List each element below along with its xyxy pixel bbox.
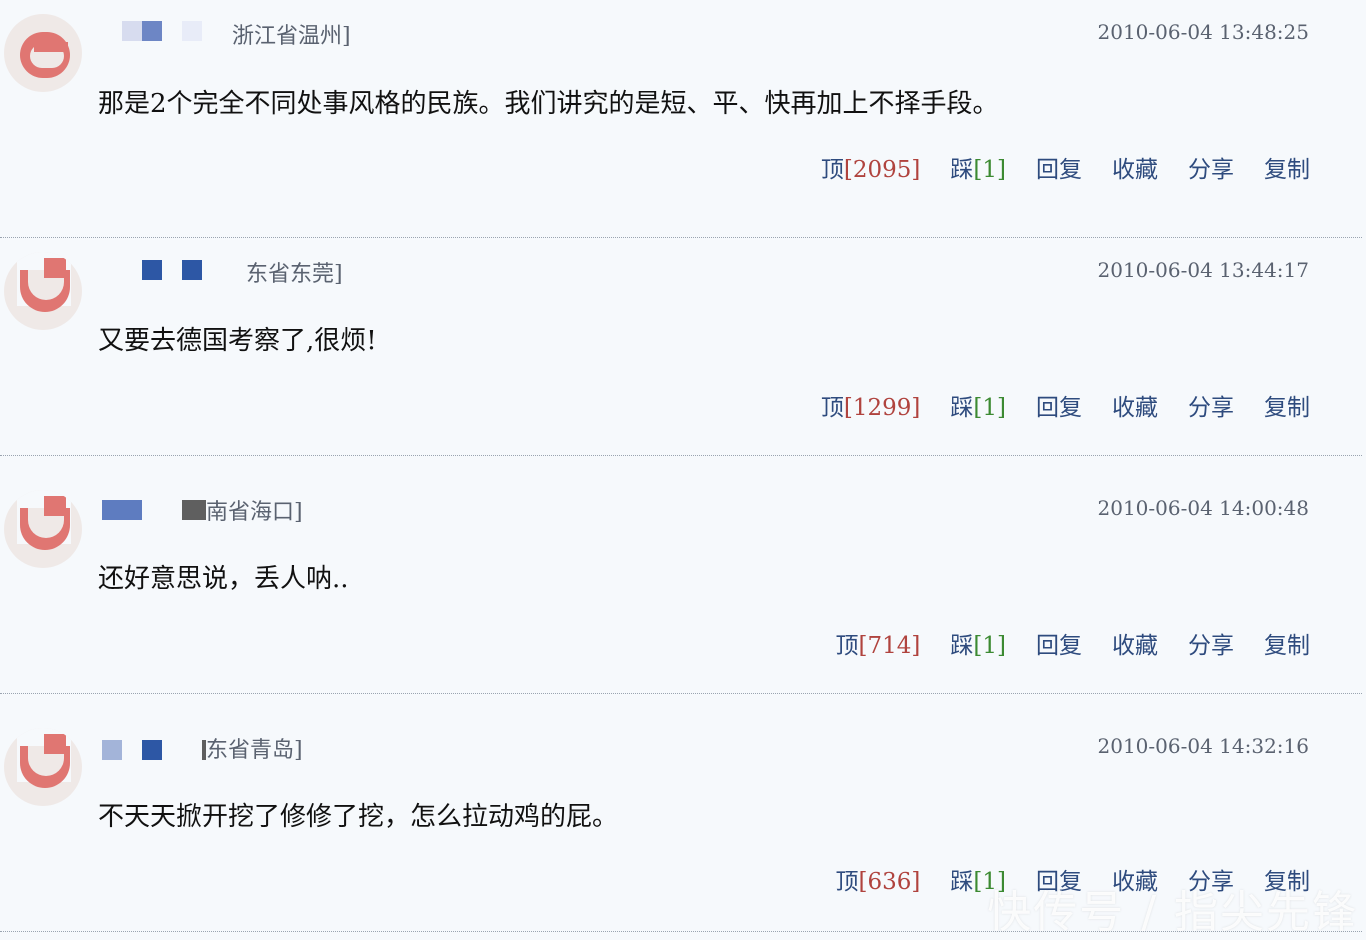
collect-button[interactable]: 收藏 [1112,388,1158,422]
username-obscured [142,21,162,41]
user-location: 东省东莞] [246,262,343,287]
upvote-button[interactable]: 顶[714] [836,626,921,660]
comment-item: 浙江省温州] 2010-06-04 13:48:25 那是2个完全不同处事风格的… [0,0,1362,238]
copy-button[interactable]: 复制 [1264,150,1310,184]
user-avatar[interactable] [4,490,82,568]
user-avatar[interactable] [4,14,82,92]
upvote-button[interactable]: 顶[1299] [821,388,920,422]
comment-timestamp: 2010-06-04 14:32:16 [1097,734,1310,758]
share-button[interactable]: 分享 [1188,150,1234,184]
downvote-count: [1] [973,157,1006,183]
downvote-count: [1] [973,395,1006,421]
comment-timestamp: 2010-06-04 13:48:25 [1097,20,1310,44]
comment-actions: 顶[2095] 踩[1] 回复 收藏 分享 复制 [821,150,1310,184]
comment-timestamp: 2010-06-04 14:00:48 [1097,496,1310,520]
username-obscured [182,500,206,520]
collect-button[interactable]: 收藏 [1112,626,1158,660]
reply-button[interactable]: 回复 [1036,388,1082,422]
comment-text: 还好意思说，丢人呐.. [98,564,349,594]
watermark-text: 快传号 / 指尖先锋 [987,887,1358,938]
comment-text: 不天天掀开挖了修修了挖，怎么拉动鸡的屁。 [98,802,619,832]
reply-button[interactable]: 回复 [1036,626,1082,660]
upvote-count: [1299] [843,395,921,421]
username-obscured [182,260,202,280]
upvote-button[interactable]: 顶[2095] [821,150,920,184]
user-avatar[interactable] [4,728,82,806]
comment-actions: 顶[1299] 踩[1] 回复 收藏 分享 复制 [821,388,1310,422]
copy-button[interactable]: 复制 [1264,626,1310,660]
reply-button[interactable]: 回复 [1036,150,1082,184]
copy-button[interactable]: 复制 [1264,388,1310,422]
comment-timestamp: 2010-06-04 13:44:17 [1097,258,1310,282]
comment-item: 南省海口] 2010-06-04 14:00:48 还好意思说，丢人呐.. 顶[… [0,456,1362,694]
username-obscured [122,21,142,41]
downvote-button[interactable]: 踩[1] [950,150,1006,184]
user-avatar[interactable] [4,252,82,330]
comment-actions: 顶[714] 踩[1] 回复 收藏 分享 复制 [836,626,1310,660]
user-location: 浙江省温州] [232,24,351,49]
username-obscured [102,740,122,760]
downvote-button[interactable]: 踩[1] [950,388,1006,422]
username-obscured [182,21,202,41]
comment-item: 东省东莞] 2010-06-04 13:44:17 又要去德国考察了,很烦! 顶… [0,218,1362,456]
upvote-count: [636] [858,869,921,895]
user-location: 东省青岛] [206,738,303,763]
upvote-count: [2095] [843,157,921,183]
username-obscured [102,500,142,520]
collect-button[interactable]: 收藏 [1112,150,1158,184]
downvote-count: [1] [973,633,1006,659]
username-obscured [142,260,162,280]
share-button[interactable]: 分享 [1188,626,1234,660]
username-obscured [142,740,162,760]
downvote-button[interactable]: 踩[1] [950,626,1006,660]
share-button[interactable]: 分享 [1188,388,1234,422]
upvote-button[interactable]: 顶[636] [836,862,921,896]
comment-text: 又要去德国考察了,很烦! [98,326,377,356]
user-location: 南省海口] [206,500,303,525]
comment-text: 那是2个完全不同处事风格的民族。我们讲究的是短、平、快再加上不择手段。 [98,89,999,119]
upvote-count: [714] [858,633,921,659]
